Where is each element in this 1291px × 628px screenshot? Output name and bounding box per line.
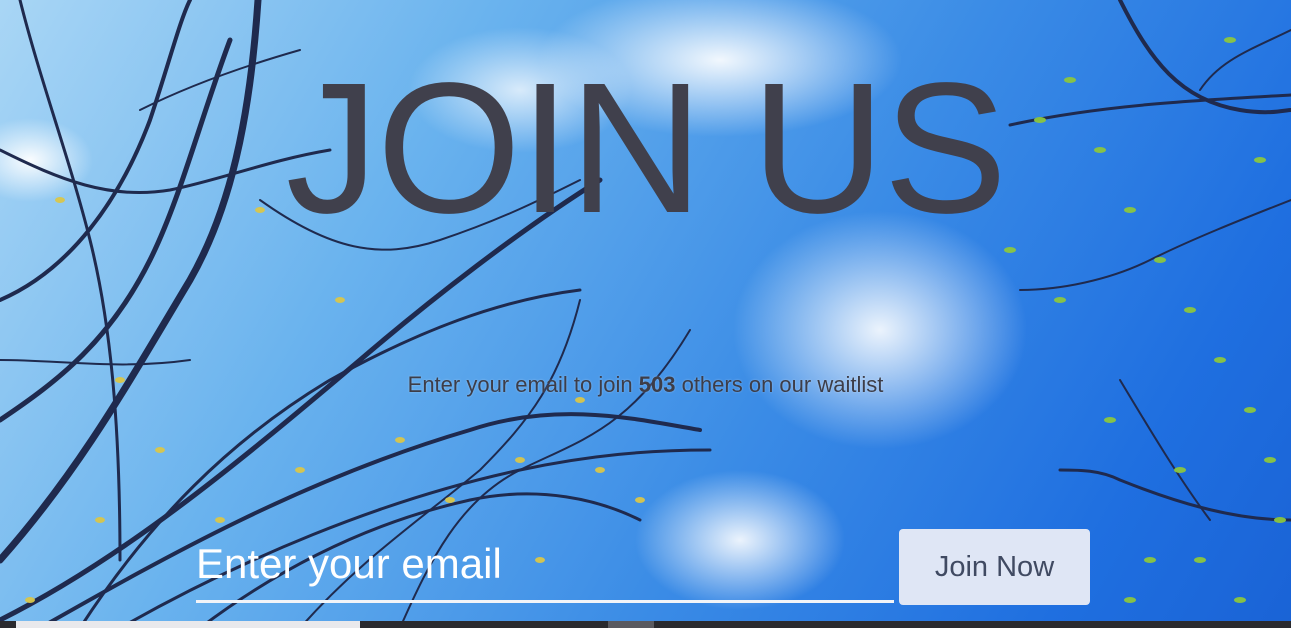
join-now-button[interactable]: Join Now bbox=[899, 529, 1090, 605]
bottom-bar-segment bbox=[608, 621, 654, 628]
page-title: JOIN US bbox=[285, 45, 1008, 252]
email-input[interactable] bbox=[196, 534, 894, 594]
waitlist-count: 503 bbox=[638, 372, 676, 397]
email-field-wrapper bbox=[196, 534, 894, 603]
bottom-bar-segment bbox=[16, 621, 360, 628]
subtitle-prefix: Enter your email to join bbox=[407, 372, 639, 397]
waitlist-subtitle: Enter your email to join 503 others on o… bbox=[0, 372, 1291, 398]
bottom-bar bbox=[0, 621, 1291, 628]
subtitle-suffix: others on our waitlist bbox=[675, 372, 884, 397]
